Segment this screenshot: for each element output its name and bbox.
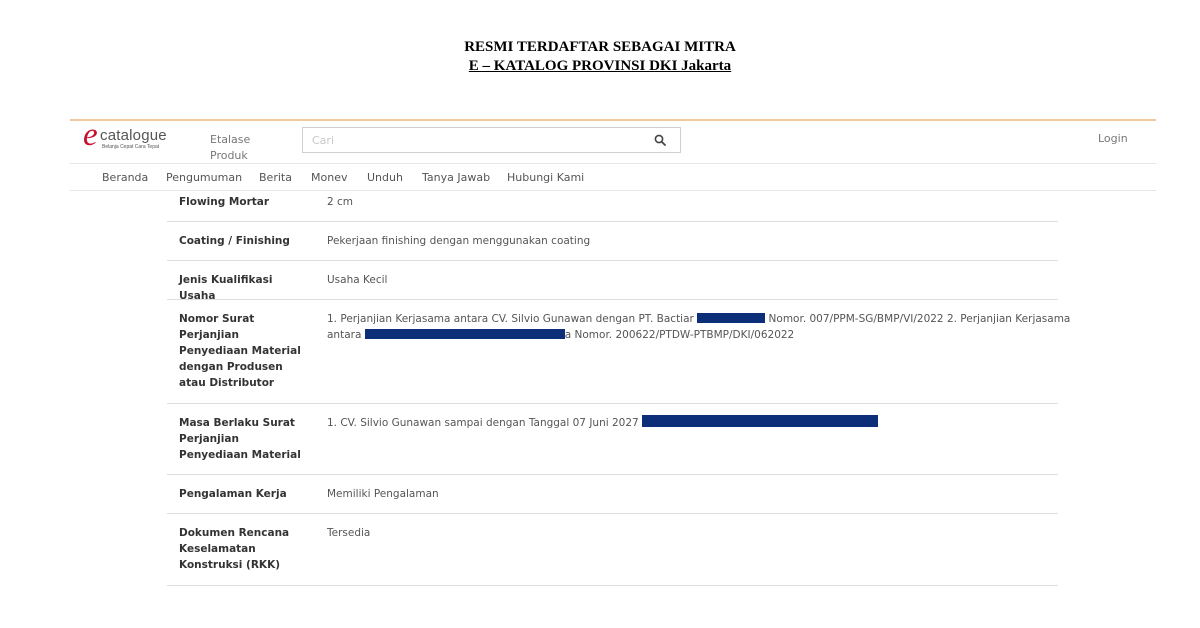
search-input[interactable]	[303, 128, 643, 152]
row-value: Usaha Kecil	[327, 274, 388, 286]
nav-item-pengumuman[interactable]: Pengumuman	[166, 171, 242, 184]
ecatalogue-logo[interactable]: e catalogue Belanja Cepat Cara Tepat	[83, 119, 183, 155]
table-row: Masa Berlaku Surat Perjanjian Penyediaan…	[167, 404, 1058, 475]
value-text: a Nomor. 200622/PTDW-PTBMP/DKI/062022	[564, 329, 795, 341]
nav-item-hubungi-kami[interactable]: Hubungi Kami	[507, 171, 584, 184]
table-row: Pengalaman Kerja Memiliki Pengalaman	[167, 475, 1058, 514]
table-row: Dokumen Rencana Keselamatan Konstruksi (…	[167, 514, 1058, 586]
row-label: Flowing Mortar	[179, 196, 270, 208]
row-value: 1. Perjanjian Kerjasama antara CV. Silvi…	[327, 311, 1070, 343]
value-text: antara	[327, 329, 362, 341]
etalase-produk-link[interactable]: Etalase Produk	[210, 132, 270, 164]
ecatalogue-app: e catalogue Belanja Cepat Cara Tepat Eta…	[70, 119, 1156, 191]
value-text: 1. CV. Silvio Gunawan sampai dengan Tang…	[327, 417, 639, 429]
banner-subtitle: E – KATALOG PROVINSI DKI Jakarta	[468, 58, 732, 74]
banner-title: RESMI TERDAFTAR SEBAGAI MITRA	[464, 39, 736, 55]
row-value: Memiliki Pengalaman	[327, 488, 439, 500]
search-icon[interactable]	[654, 134, 666, 146]
table-row: Nomor Surat Perjanjian Penyediaan Materi…	[167, 300, 1070, 404]
row-label: Masa Berlaku Surat Perjanjian Penyediaan…	[179, 417, 301, 461]
row-value: Pekerjaan finishing dengan menggunakan c…	[327, 235, 591, 247]
redaction-bar	[642, 415, 879, 427]
table-row: Flowing Mortar 2 cm	[167, 187, 1058, 222]
nav-item-beranda[interactable]: Beranda	[102, 171, 148, 184]
page-banner: RESMI TERDAFTAR SEBAGAI MITRA E – KATALO…	[0, 38, 1200, 76]
row-value: 2 cm	[327, 196, 354, 208]
row-label: Nomor Surat Perjanjian Penyediaan Materi…	[179, 313, 301, 389]
table-row: Jenis Kualifikasi Usaha Usaha Kecil	[167, 261, 1058, 302]
nav-item-tanya-jawab[interactable]: Tanya Jawab	[422, 171, 490, 184]
redaction-bar	[364, 329, 565, 339]
nav-item-berita[interactable]: Berita	[259, 171, 292, 184]
search-box	[302, 127, 681, 153]
table-row: Coating / Finishing Pekerjaan finishing …	[167, 222, 1058, 261]
row-label: Coating / Finishing	[179, 235, 290, 247]
product-detail-table: Flowing Mortar 2 cm Coating / Finishing …	[167, 187, 1070, 586]
row-label: Dokumen Rencana Keselamatan Konstruksi (…	[179, 527, 290, 571]
value-text: 1. Perjanjian Kerjasama antara CV. Silvi…	[327, 313, 694, 325]
nav-item-monev[interactable]: Monev	[311, 171, 347, 184]
row-value: 1. CV. Silvio Gunawan sampai dengan Tang…	[327, 415, 1052, 431]
logo-tagline: Belanja Cepat Cara Tepat	[102, 144, 160, 150]
redaction-bar	[697, 313, 766, 323]
top-bar: e catalogue Belanja Cepat Cara Tepat Eta…	[70, 119, 1156, 164]
logo-e: e	[83, 117, 98, 153]
login-link[interactable]: Login	[1098, 132, 1156, 145]
row-value: Tersedia	[327, 527, 371, 539]
value-text: Nomor. 007/PPM-SG/BMP/VI/2022 2. Perjanj…	[768, 313, 1071, 325]
row-label: Pengalaman Kerja	[179, 488, 287, 500]
nav-item-unduh[interactable]: Unduh	[367, 171, 403, 184]
logo-wordmark: catalogue	[100, 127, 167, 144]
